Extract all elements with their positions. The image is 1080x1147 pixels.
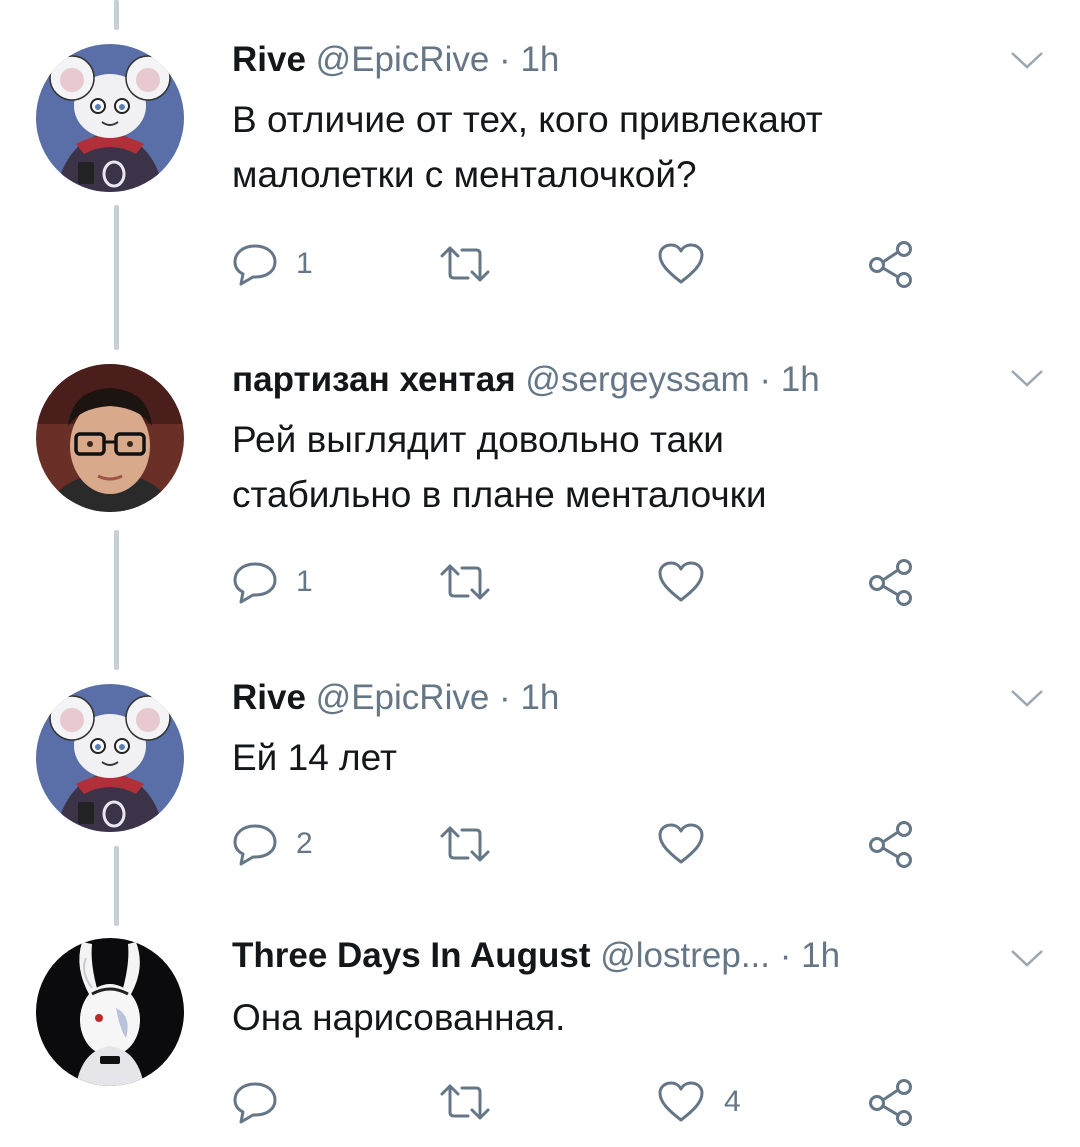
- retweet-button[interactable]: [438, 560, 510, 604]
- retweet-button[interactable]: [438, 242, 510, 286]
- like-button[interactable]: [656, 242, 724, 286]
- timestamp[interactable]: 1h: [520, 40, 559, 79]
- action-bar: 4: [232, 1079, 932, 1126]
- separator: ·: [499, 40, 511, 79]
- reply-icon: [233, 244, 277, 286]
- share-button[interactable]: [866, 821, 916, 868]
- chevron-down-icon[interactable]: [1010, 50, 1044, 70]
- tweet-text: В отличие от тех, кого привлекают малоле…: [232, 92, 1012, 202]
- avatar[interactable]: [36, 364, 184, 512]
- share-icon: [869, 241, 912, 288]
- reply-icon: [233, 562, 277, 604]
- tweet[interactable]: Rive @EpicRive · 1h В отличие от тех, ко…: [0, 0, 1080, 330]
- separator: ·: [499, 678, 511, 717]
- display-name[interactable]: Rive: [232, 678, 306, 717]
- retweet-button[interactable]: [438, 822, 510, 866]
- display-name[interactable]: партизан хентая: [232, 360, 516, 399]
- avatar-white-rabbit-icon: [36, 938, 184, 1086]
- action-bar: 2: [232, 821, 932, 868]
- share-button[interactable]: [866, 1079, 916, 1126]
- share-icon: [869, 821, 912, 868]
- tweet-text: Она нарисованная.: [232, 990, 1012, 1045]
- action-bar: 1: [232, 559, 932, 606]
- like-button[interactable]: 4: [656, 1080, 741, 1124]
- reply-button[interactable]: 1: [232, 242, 313, 286]
- like-icon: [658, 561, 704, 602]
- chevron-down-icon[interactable]: [1010, 948, 1044, 968]
- reply-icon: [233, 1082, 277, 1124]
- tweet[interactable]: Three Days In August @lostrep... · 1h Он…: [0, 920, 1080, 1147]
- share-button[interactable]: [866, 559, 916, 606]
- share-icon: [869, 559, 912, 606]
- avatar[interactable]: [36, 684, 184, 832]
- reply-button[interactable]: 2: [232, 822, 313, 866]
- tweet-text-line: Рей выглядит довольно таки: [232, 419, 724, 460]
- timestamp[interactable]: 1h: [801, 936, 840, 975]
- tweet-text: Рей выглядит довольно таки стабильно в п…: [232, 412, 1012, 522]
- share-button[interactable]: [866, 241, 916, 288]
- tweet-text-line: стабильно в плане менталочки: [232, 474, 767, 515]
- separator: ·: [759, 360, 772, 399]
- tweet[interactable]: партизан хентая @sergeyssam · 1h Рей выг…: [0, 330, 1080, 650]
- reply-button[interactable]: 1: [232, 560, 313, 604]
- avatar-mouse-character-icon: [36, 44, 184, 192]
- like-count: 4: [724, 1085, 741, 1118]
- separator: ·: [779, 936, 792, 975]
- retweet-icon: [440, 1084, 490, 1120]
- timestamp[interactable]: 1h: [520, 678, 559, 717]
- avatar[interactable]: [36, 44, 184, 192]
- tweet-text-line: В отличие от тех, кого привлекают: [232, 99, 823, 140]
- display-name[interactable]: Rive: [232, 40, 306, 79]
- tweet-text-line: Ей 14 лет: [232, 737, 397, 778]
- avatar[interactable]: [36, 938, 184, 1086]
- tweet-header: Rive @EpicRive · 1h: [232, 38, 559, 82]
- tweet-header: Three Days In August @lostrep... · 1h: [232, 934, 840, 978]
- display-name[interactable]: Three Days In August: [232, 936, 591, 975]
- user-handle[interactable]: @lostrep...: [600, 936, 770, 975]
- avatar-mouse-character-icon: [36, 684, 184, 832]
- tweet-text-line: малолетки с менталочкой?: [232, 154, 697, 195]
- timestamp[interactable]: 1h: [781, 360, 820, 399]
- retweet-icon: [440, 564, 490, 600]
- tweet-text: Ей 14 лет: [232, 730, 1012, 785]
- like-icon: [658, 243, 704, 284]
- share-icon: [869, 1079, 912, 1126]
- avatar-person-glasses-icon: [36, 364, 184, 512]
- retweet-icon: [440, 826, 490, 862]
- reply-count: 1: [296, 247, 313, 280]
- retweet-button[interactable]: [438, 1080, 510, 1124]
- reply-button[interactable]: [232, 1080, 296, 1124]
- like-icon: [658, 1081, 704, 1122]
- chevron-down-icon[interactable]: [1010, 368, 1044, 388]
- tweet-header: Rive @EpicRive · 1h: [232, 676, 559, 720]
- user-handle[interactable]: @EpicRive: [316, 678, 490, 717]
- user-handle[interactable]: @sergeyssam: [525, 360, 749, 399]
- like-icon: [658, 823, 704, 864]
- reply-icon: [233, 824, 277, 866]
- reply-count: 2: [296, 827, 313, 860]
- tweet[interactable]: Rive @EpicRive · 1h Ей 14 лет 2: [0, 650, 1080, 920]
- tweet-text-line: Она нарисованная.: [232, 997, 566, 1038]
- action-bar: 1: [232, 241, 932, 288]
- tweet-header: партизан хентая @sergeyssam · 1h: [232, 358, 820, 402]
- like-button[interactable]: [656, 560, 724, 604]
- chevron-down-icon[interactable]: [1010, 688, 1044, 708]
- like-button[interactable]: [656, 822, 724, 866]
- reply-count: 1: [296, 565, 313, 598]
- retweet-icon: [440, 246, 490, 282]
- user-handle[interactable]: @EpicRive: [316, 40, 490, 79]
